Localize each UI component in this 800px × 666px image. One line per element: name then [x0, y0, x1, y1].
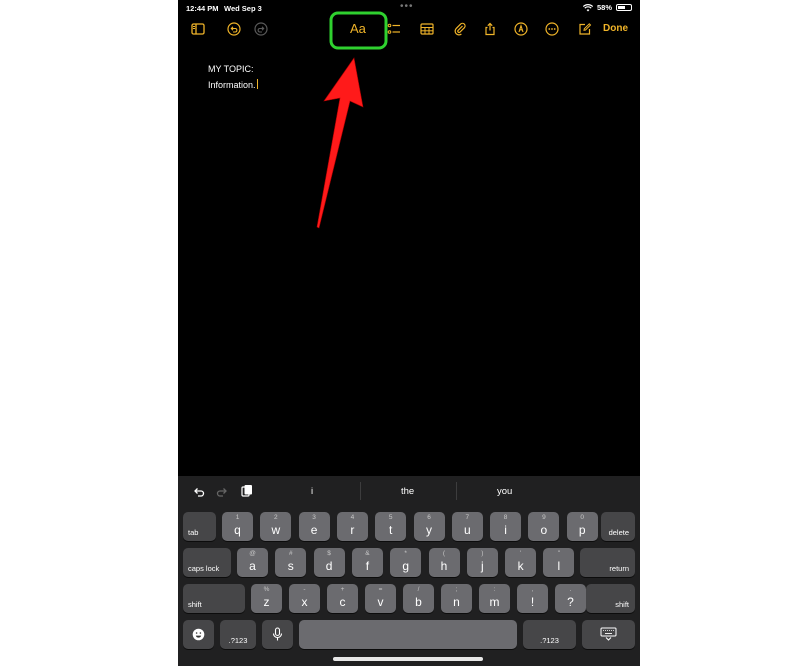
tutorial-annotation [316, 11, 388, 229]
red-arrow [316, 57, 364, 229]
highlight-box [329, 11, 388, 50]
